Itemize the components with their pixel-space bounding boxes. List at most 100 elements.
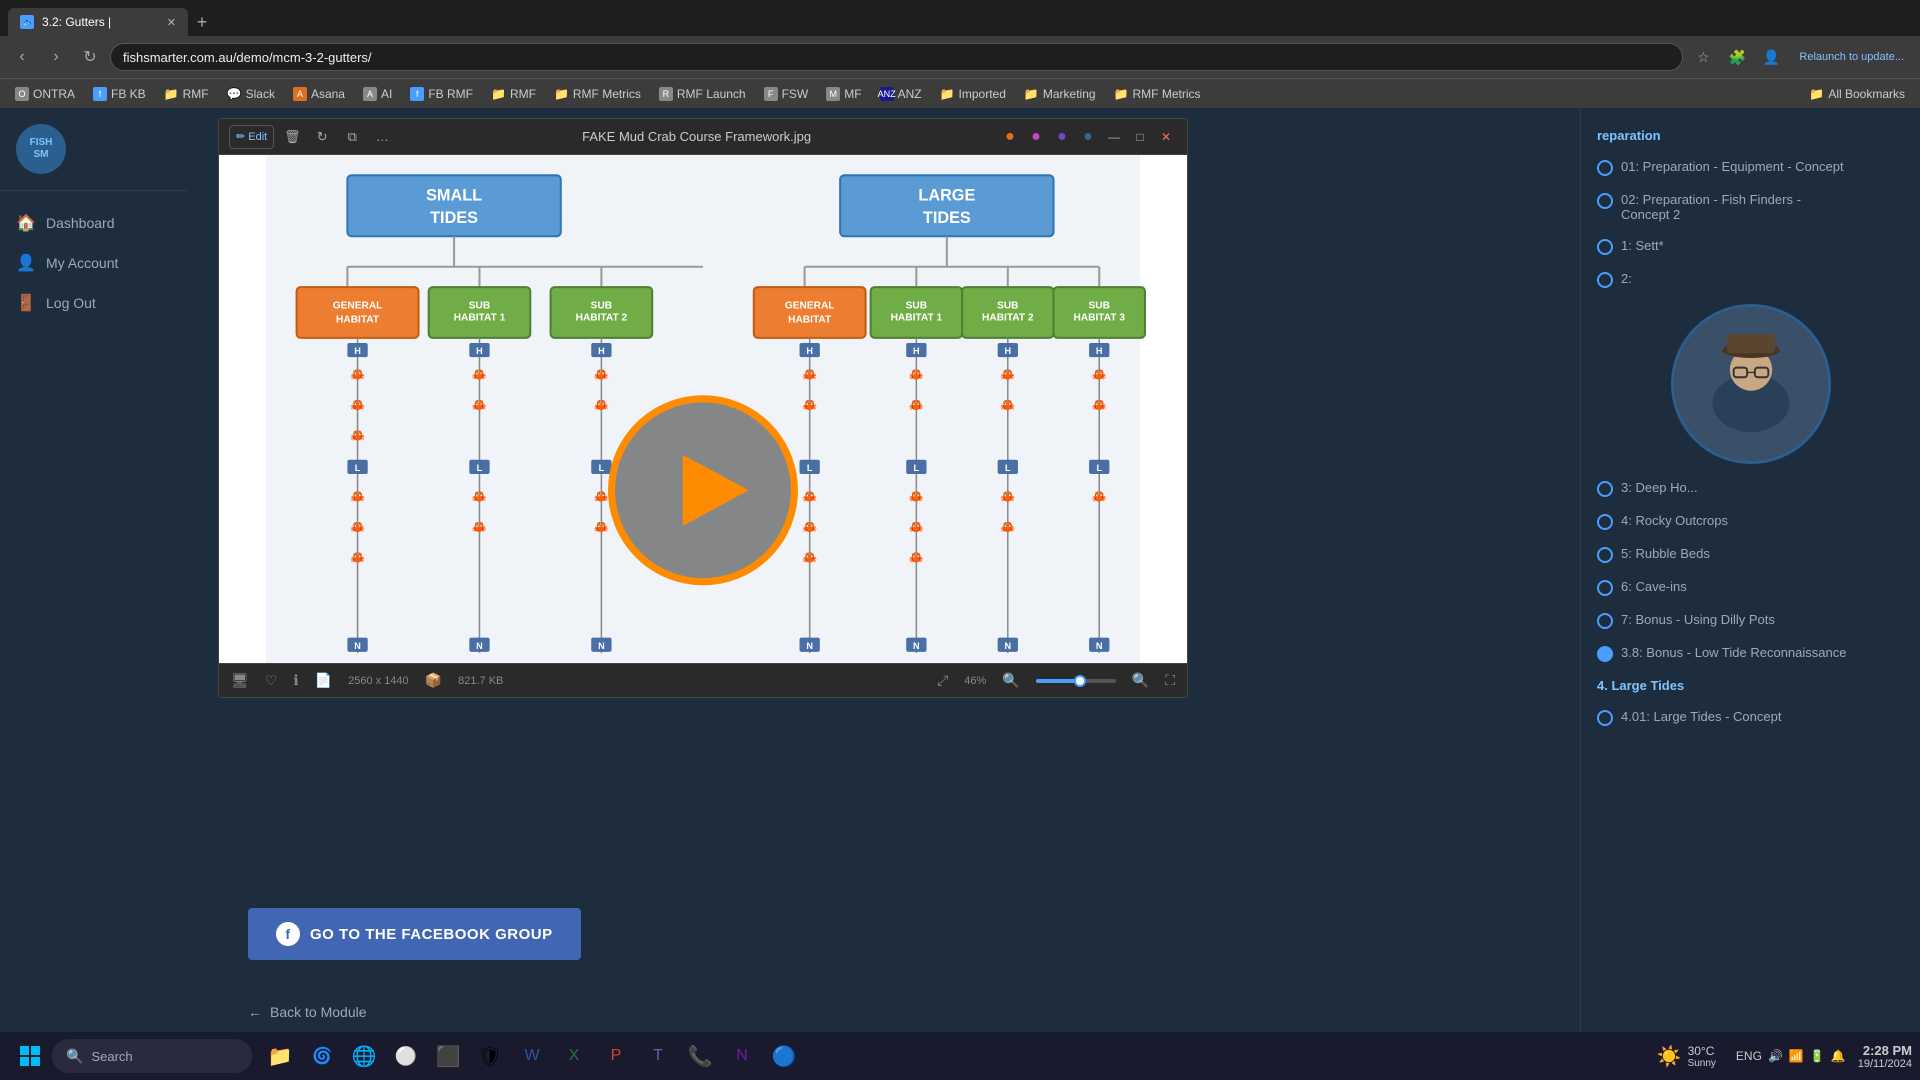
volume-icon[interactable]: 🔊	[1768, 1049, 1783, 1063]
rp-item-3[interactable]: 3: Deep Ho...	[1581, 472, 1920, 505]
bookmark-star-button[interactable]: ☆	[1689, 43, 1717, 71]
rp-dot-2	[1597, 272, 1613, 288]
zoom-slider[interactable]	[1036, 679, 1116, 683]
bookmark-mf[interactable]: M MF	[819, 85, 868, 103]
folder-icon-rmfmetrics2: 📁	[1114, 87, 1129, 101]
sidebar-item-account[interactable]: 👤 My Account	[0, 243, 188, 283]
bookmark-rmf2[interactable]: 📁 RMF	[484, 85, 543, 103]
bookmark-fbkb[interactable]: f FB KB	[86, 85, 153, 103]
extensions-button[interactable]: 🧩	[1723, 43, 1751, 71]
fullscreen-button[interactable]: ⛶	[1165, 672, 1175, 689]
taskbar-app-excel[interactable]: X	[554, 1036, 594, 1076]
back-to-module-button[interactable]: ← Back to Module	[248, 1004, 367, 1020]
rp-item-1[interactable]: 1: Sett*	[1581, 230, 1920, 263]
rp-item-2[interactable]: 2:	[1581, 263, 1920, 296]
viewer-edit-button[interactable]: ✏ Edit	[229, 125, 274, 149]
zoom-out-button[interactable]: 🔍	[1002, 672, 1019, 689]
facebook-group-button[interactable]: f GO TO THE FACEBOOK GROUP	[248, 908, 581, 960]
active-tab[interactable]: 🐟 3.2: Gutters | ✕	[8, 8, 188, 36]
rp-item-5[interactable]: 5: Rubble Beds	[1581, 538, 1920, 571]
svg-text:H: H	[598, 346, 605, 356]
taskbar-app-malware[interactable]: 🛡	[470, 1036, 510, 1076]
taskbar-app-chrome[interactable]: ⚪	[386, 1036, 426, 1076]
bookmark-rmfmetrics1[interactable]: 📁 RMF Metrics	[547, 85, 648, 103]
bookmark-rmflaunch[interactable]: R RMF Launch	[652, 85, 753, 103]
bookmark-marketing[interactable]: 📁 Marketing	[1017, 85, 1103, 103]
info-icon[interactable]: ℹ	[293, 672, 298, 689]
sidebar-item-dashboard[interactable]: 🏠 Dashboard	[0, 203, 188, 243]
svg-text:🦀: 🦀	[802, 550, 817, 564]
diagram-svg: SMALL TIDES LARGE TIDES GE	[219, 155, 1187, 663]
battery-icon[interactable]: 🔋	[1810, 1049, 1825, 1063]
bookmark-slack[interactable]: 💬 Slack	[220, 85, 282, 103]
viewer-color3-button[interactable]: ●	[1051, 126, 1073, 148]
rp-item-38[interactable]: 3.8: Bonus - Low Tide Reconnaissance	[1581, 637, 1920, 670]
svg-text:N: N	[1096, 641, 1103, 651]
sidebar-item-logout[interactable]: 🚪 Log Out	[0, 283, 188, 323]
viewer-maximize-button[interactable]: □	[1129, 126, 1151, 148]
bookmark-fsw[interactable]: F FSW	[757, 85, 816, 103]
file-size-icon: 📦	[425, 672, 442, 689]
bookmark-anz[interactable]: ANZ ANZ	[873, 85, 929, 103]
start-button[interactable]	[8, 1034, 52, 1078]
taskbar-app-onenote[interactable]: N	[722, 1036, 762, 1076]
taskbar-app-explorer[interactable]: 📁	[260, 1036, 300, 1076]
bookmark-rmfmetrics2[interactable]: 📁 RMF Metrics	[1107, 85, 1208, 103]
bookmark-icon-mf: M	[826, 87, 840, 101]
rp-item-6[interactable]: 6: Cave-ins	[1581, 571, 1920, 604]
svg-text:TIDES: TIDES	[430, 209, 478, 227]
bookmark-imported[interactable]: 📁 Imported	[933, 85, 1013, 103]
update-button[interactable]: Relaunch to update...	[1791, 43, 1912, 71]
rp-item-02[interactable]: 02: Preparation - Fish Finders -Concept …	[1581, 184, 1920, 230]
notification-icon[interactable]: 🔔	[1831, 1049, 1846, 1063]
viewer-copy-button[interactable]: ⧉	[340, 125, 364, 149]
viewer-more-button[interactable]: …	[370, 125, 394, 149]
network-icon[interactable]: 📶	[1789, 1049, 1804, 1063]
taskbar-app-teams[interactable]: T	[638, 1036, 678, 1076]
rp-item-401[interactable]: 4.01: Large Tides - Concept	[1581, 701, 1920, 734]
taskbar-app-extra[interactable]: 🔵	[764, 1036, 804, 1076]
viewer-color1-button[interactable]: ●	[999, 126, 1021, 148]
new-tab-button[interactable]: +	[188, 8, 216, 36]
taskbar-app-cortana[interactable]: 🌀	[302, 1036, 342, 1076]
back-nav-button[interactable]: ‹	[8, 43, 36, 71]
svg-text:🦀: 🦀	[1000, 398, 1015, 412]
taskbar-app-word[interactable]: W	[512, 1036, 552, 1076]
taskbar-clock[interactable]: 2:28 PM 19/11/2024	[1858, 1043, 1912, 1070]
bookmark-ai[interactable]: A AI	[356, 85, 399, 103]
rp-item-4[interactable]: 4: Rocky Outcrops	[1581, 505, 1920, 538]
viewer-trash-button[interactable]: 🗑	[280, 125, 304, 149]
bookmark-ontra[interactable]: O ONTRA	[8, 85, 82, 103]
all-bookmarks[interactable]: 📁 All Bookmarks	[1802, 85, 1912, 103]
tab-close[interactable]: ✕	[167, 16, 176, 29]
forward-nav-button[interactable]: ›	[42, 43, 70, 71]
browser-chrome: 🐟 3.2: Gutters | ✕ + ‹ › ↻ fishsmarter.c…	[0, 0, 1920, 108]
viewer-rotate-button[interactable]: ↻	[310, 125, 334, 149]
bookmark-rmf1[interactable]: 📁 RMF	[157, 85, 216, 103]
zoom-in-button[interactable]: 🔍	[1132, 672, 1149, 689]
monitor-icon[interactable]: 🖥	[231, 672, 249, 689]
back-icon: ←	[248, 1004, 262, 1020]
viewer-color4-button[interactable]: ●	[1077, 126, 1099, 148]
rp-item-7[interactable]: 7: Bonus - Using Dilly Pots	[1581, 604, 1920, 637]
rp-item-01[interactable]: 01: Preparation - Equipment - Concept	[1581, 151, 1920, 184]
language-indicator[interactable]: ENG	[1736, 1049, 1762, 1063]
taskbar-app-edge[interactable]: 🌐	[344, 1036, 384, 1076]
viewer-minimize-button[interactable]: —	[1103, 126, 1125, 148]
heart-icon[interactable]: ♡	[265, 672, 278, 689]
resize-icon[interactable]: ⤢	[937, 672, 948, 689]
reload-button[interactable]: ↻	[76, 43, 104, 71]
rp-dot-3	[1597, 481, 1613, 497]
profile-button[interactable]: 👤	[1757, 43, 1785, 71]
taskbar-app-skype[interactable]: 📞	[680, 1036, 720, 1076]
bookmark-asana[interactable]: A Asana	[286, 85, 352, 103]
address-bar[interactable]: fishsmarter.com.au/demo/mcm-3-2-gutters/	[110, 43, 1683, 71]
viewer-color2-button[interactable]: ●	[1025, 126, 1047, 148]
taskbar-app-powerpoint[interactable]: P	[596, 1036, 636, 1076]
taskbar-app-terminal[interactable]: ⬛	[428, 1036, 468, 1076]
back-button-area: ← Back to Module	[248, 1004, 367, 1020]
bookmark-fbrmf[interactable]: f FB RMF	[403, 85, 480, 103]
viewer-close-button[interactable]: ✕	[1155, 126, 1177, 148]
taskbar-search[interactable]: 🔍 Search	[52, 1039, 252, 1073]
viewer-controls: ● ● ● ● — □ ✕	[999, 126, 1177, 148]
